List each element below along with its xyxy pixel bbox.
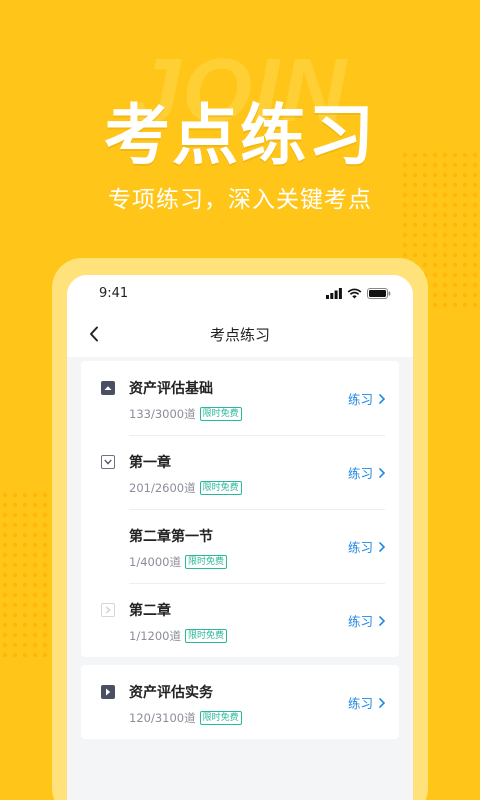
list-item[interactable]: 资产评估实务 120/3100道 限时免费 练习 — [81, 665, 399, 739]
row-title: 第二章 — [129, 603, 171, 619]
decorative-dots-left — [0, 490, 50, 660]
row-title: 第一章 — [129, 455, 171, 471]
free-tag: 限时免费 — [184, 555, 227, 569]
hero-subtitle: 专项练习，深入关键考点 — [108, 187, 372, 213]
free-tag: 限时免费 — [199, 407, 242, 421]
chevron-right-icon — [379, 393, 385, 404]
nav-title: 考点练习 — [209, 325, 270, 344]
list-item[interactable]: 第二章第一节 1/4000道 限时免费 练习 — [81, 509, 399, 583]
wifi-icon — [347, 288, 362, 298]
question-count: 1/1200道 — [129, 629, 181, 643]
expand-icon[interactable] — [101, 455, 115, 469]
list-item[interactable]: 第二章 1/1200道 限时免费 练习 — [81, 583, 399, 657]
chevron-left-icon — [90, 326, 98, 342]
chevron-right-icon[interactable] — [101, 685, 115, 699]
chevron-right-icon — [379, 615, 385, 626]
row-info: 第二章 1/1200道 限时免费 — [129, 600, 227, 644]
free-tag: 限时免费 — [199, 481, 242, 495]
nav-bar: 考点练习 — [67, 311, 413, 357]
row-title: 第二章第一节 — [129, 529, 213, 545]
chevron-right-icon — [379, 697, 385, 708]
row-info: 资产评估实务 120/3100道 限时免费 — [129, 682, 242, 726]
question-count: 133/3000道 — [129, 407, 196, 421]
signal-icon — [326, 287, 342, 299]
row-info: 资产评估基础 133/3000道 限时免费 — [129, 378, 242, 422]
practice-button[interactable]: 练习 — [348, 693, 385, 712]
section-card: 资产评估实务 120/3100道 限时免费 练习 — [81, 665, 399, 739]
practice-button[interactable]: 练习 — [348, 389, 385, 408]
free-tag: 限时免费 — [184, 629, 227, 643]
row-meta: 1/1200道 限时免费 — [129, 628, 227, 644]
row-meta: 201/2600道 限时免费 — [129, 480, 242, 496]
battery-icon — [367, 287, 391, 299]
row-meta: 1/4000道 限时免费 — [129, 554, 227, 570]
chevron-right-icon[interactable] — [101, 603, 115, 617]
status-icons — [326, 287, 391, 299]
row-info: 第一章 201/2600道 限时免费 — [129, 452, 242, 496]
chevron-right-icon — [379, 541, 385, 552]
status-bar: 9:41 — [67, 275, 413, 311]
question-count: 201/2600道 — [129, 481, 196, 495]
list-item[interactable]: 资产评估基础 133/3000道 限时免费 练习 — [81, 361, 399, 435]
row-info: 第二章第一节 1/4000道 限时免费 — [129, 526, 227, 570]
row-meta: 120/3100道 限时免费 — [129, 710, 242, 726]
free-tag: 限时免费 — [199, 711, 242, 725]
practice-button[interactable]: 练习 — [348, 463, 385, 482]
list-item[interactable]: 第一章 201/2600道 限时免费 练习 — [81, 435, 399, 509]
phone-screen: 9:41 考点练习 资产评估基础 133/3000道 限时免费 练习 第一章 2… — [67, 275, 413, 800]
row-meta: 133/3000道 限时免费 — [129, 406, 242, 422]
hero-title: 考点练习 — [104, 97, 376, 174]
status-time: 9:41 — [99, 285, 129, 301]
collapse-icon[interactable] — [101, 381, 115, 395]
back-button[interactable] — [83, 323, 105, 345]
question-count: 120/3100道 — [129, 711, 196, 725]
section-card: 资产评估基础 133/3000道 限时免费 练习 第一章 201/2600道 限… — [81, 361, 399, 657]
practice-button[interactable]: 练习 — [348, 611, 385, 630]
row-title: 资产评估基础 — [129, 381, 213, 397]
practice-button[interactable]: 练习 — [348, 537, 385, 556]
question-count: 1/4000道 — [129, 555, 181, 569]
row-title: 资产评估实务 — [129, 685, 213, 701]
chevron-right-icon — [379, 467, 385, 478]
